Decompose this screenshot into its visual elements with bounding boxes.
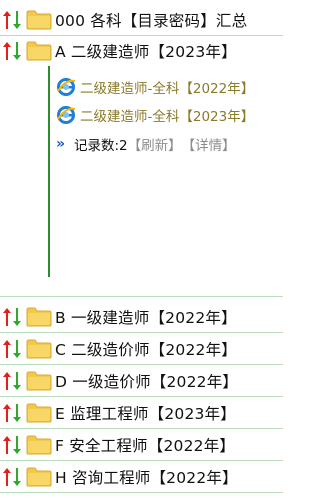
sort-arrows-icon[interactable] <box>2 7 24 33</box>
sort-arrows-icon[interactable] <box>2 336 24 362</box>
sort-arrows-icon[interactable] <box>2 432 24 458</box>
sub-item-link[interactable]: 二级建造师-全科【2023年】 <box>80 105 254 125</box>
tree-row-label[interactable]: E 监理工程师【2023年】 <box>55 402 236 424</box>
sub-item-link[interactable]: 二级建造师-全科【2022年】 <box>80 77 254 97</box>
double-chevron-right-icon: » <box>56 136 66 152</box>
folder-open-icon <box>26 41 52 61</box>
detail-link[interactable]: 【详情】 <box>182 134 236 154</box>
tree-row-label[interactable]: H 咨询工程师【2022年】 <box>55 466 238 488</box>
sort-arrows-icon[interactable] <box>2 464 24 490</box>
tree-row-e[interactable]: E 监理工程师【2023年】 <box>0 398 283 429</box>
tree-row-label[interactable]: B 一级建造师【2022年】 <box>55 306 237 328</box>
sort-arrows-icon[interactable] <box>2 304 24 330</box>
refresh-link[interactable]: 【刷新】 <box>128 134 182 154</box>
ie-icon <box>56 105 76 125</box>
folder-icon <box>26 467 52 487</box>
tree-row-label[interactable]: F 安全工程师【2022年】 <box>55 434 235 456</box>
tree-row-f[interactable]: F 安全工程师【2022年】 <box>0 430 283 461</box>
tree-row-label[interactable]: 000 各科【目录密码】汇总 <box>55 9 247 31</box>
sub-item[interactable]: 二级建造师-全科【2023年】 <box>56 104 254 126</box>
tree-row-c[interactable]: C 二级造价师【2022年】 <box>0 334 283 365</box>
folder-icon <box>26 307 52 327</box>
folder-icon <box>26 403 52 423</box>
tree-row-label[interactable]: A 二级建造师【2023年】 <box>55 40 237 62</box>
tree-row-d[interactable]: D 一级造价师【2022年】 <box>0 366 283 397</box>
tree-connector-line <box>48 66 50 277</box>
record-count: 记录数:2 <box>74 138 128 154</box>
tree-row-h[interactable]: H 咨询工程师【2022年】 <box>0 462 283 493</box>
divider <box>0 296 283 297</box>
sort-arrows-icon[interactable] <box>2 368 24 394</box>
tree-row-label[interactable]: C 二级造价师【2022年】 <box>55 338 237 360</box>
sort-arrows-icon[interactable] <box>2 38 24 64</box>
tree-row-a[interactable]: A 二级建造师【2023年】 <box>0 36 283 66</box>
tree-row-label[interactable]: D 一级造价师【2022年】 <box>55 370 238 392</box>
ie-icon <box>56 77 76 97</box>
sort-arrows-icon[interactable] <box>2 400 24 426</box>
folder-icon <box>26 339 52 359</box>
tree-row-000[interactable]: 000 各科【目录密码】汇总 <box>0 5 283 36</box>
tree-row-b[interactable]: B 一级建造师【2022年】 <box>0 302 283 333</box>
folder-icon <box>26 371 52 391</box>
folder-icon <box>26 435 52 455</box>
folder-icon <box>26 10 52 30</box>
record-count-bar: » 记录数:2 【刷新】 【详情】 <box>56 133 236 155</box>
sub-item[interactable]: 二级建造师-全科【2022年】 <box>56 76 254 98</box>
